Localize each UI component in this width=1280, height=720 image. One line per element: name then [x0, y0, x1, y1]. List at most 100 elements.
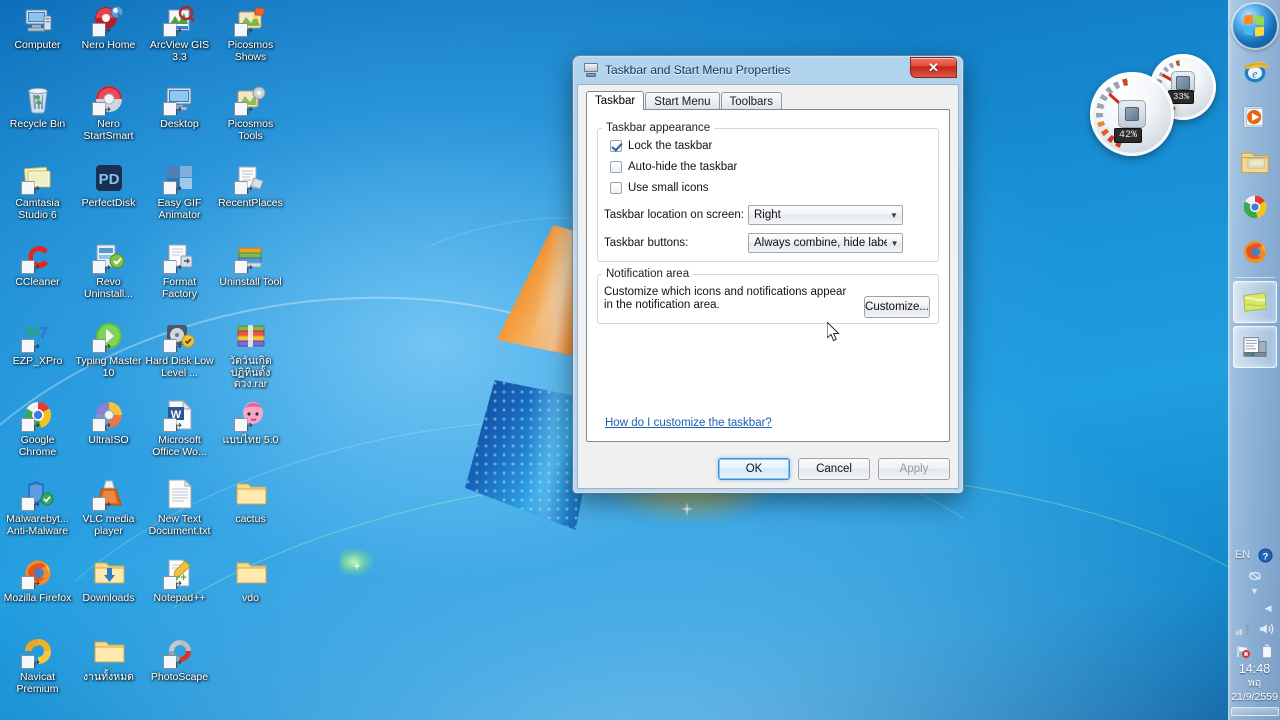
- desktop-icon[interactable]: ++ Notepad++: [144, 556, 215, 635]
- vlc-icon: [92, 477, 126, 511]
- use-small-icons-row[interactable]: Use small icons: [610, 179, 938, 197]
- desktop-icon[interactable]: แบบไทย 5.0: [215, 398, 286, 477]
- apply-button[interactable]: Apply: [878, 458, 950, 480]
- lock-the-taskbar-row[interactable]: Lock the taskbar: [610, 137, 938, 155]
- taskbar-location-select[interactable]: Right ▼: [748, 205, 903, 225]
- desktop-icon[interactable]: Uninstall Tool: [215, 240, 286, 319]
- desktop-icon[interactable]: UltraISO: [73, 398, 144, 477]
- camtasia-icon: [21, 161, 55, 195]
- desktop-icon[interactable]: Desktop: [144, 82, 215, 161]
- cancel-button[interactable]: Cancel: [798, 458, 870, 480]
- use-small-icons-label[interactable]: Use small icons: [628, 182, 709, 194]
- auto-hide-the-taskbar-checkbox[interactable]: [610, 161, 622, 173]
- show-desktop-button[interactable]: [1230, 707, 1279, 716]
- close-button[interactable]: ✕: [910, 57, 957, 78]
- taskbar-buttons-select[interactable]: Always combine, hide labels ▼: [748, 233, 903, 253]
- desktop-icon[interactable]: W Microsoft Office Wo...: [144, 398, 215, 477]
- desktop-icon-label: แบบไทย 5.0: [222, 434, 279, 446]
- desktop-icon-label: PerfectDisk: [81, 197, 136, 209]
- desktop-icon[interactable]: Hard Disk Low Level ...: [144, 319, 215, 398]
- clock-day: พฤ: [1247, 677, 1262, 689]
- tray-ime-row[interactable]: [1229, 567, 1280, 585]
- desktop-icon[interactable]: EZ7 EZP_XPro: [2, 319, 73, 398]
- computer-icon: [21, 3, 55, 37]
- taskbar-item-windows-media-player[interactable]: [1233, 96, 1277, 138]
- desktop-icon[interactable]: Typing Master 10: [73, 319, 144, 398]
- customize-button[interactable]: Customize...: [864, 296, 930, 318]
- desktop-icon[interactable]: Camtasia Studio 6: [2, 161, 73, 240]
- cpu-memory-gadget[interactable]: 33% 42%: [1088, 52, 1216, 156]
- auto-hide-the-taskbar-label[interactable]: Auto-hide the taskbar: [628, 161, 737, 173]
- desktop-icon[interactable]: Picosmos Shows: [215, 3, 286, 82]
- mozilla-firefox-icon: [1243, 241, 1266, 263]
- desktop-icon[interactable]: Picosmos Tools: [215, 82, 286, 161]
- desktop-icon[interactable]: Google Chrome: [2, 398, 73, 477]
- desktop-icon[interactable]: Revo Uninstall...: [73, 240, 144, 319]
- dialog-titlebar[interactable]: Taskbar and Start Menu Properties ✕: [577, 56, 959, 84]
- nero-home-icon: [92, 3, 126, 37]
- winrar-archive-icon: [234, 319, 268, 353]
- desktop-icon[interactable]: Computer: [2, 3, 73, 82]
- tray-status-row[interactable]: [1229, 620, 1280, 638]
- ime-icon[interactable]: [1246, 567, 1264, 585]
- tab-start-menu[interactable]: Start Menu: [645, 92, 720, 110]
- desktop-icon[interactable]: RecentPlaces: [215, 161, 286, 240]
- start-button[interactable]: [1232, 4, 1277, 48]
- desktop-icon[interactable]: PD PerfectDisk: [73, 161, 144, 240]
- desktop-icon-label: Google Chrome: [18, 434, 57, 458]
- chevron-down-icon[interactable]: ▼: [1250, 586, 1259, 596]
- tray-language-row[interactable]: EN ?: [1229, 546, 1280, 564]
- battery-icon[interactable]: [1258, 642, 1276, 660]
- desktop-icon[interactable]: Recycle Bin: [2, 82, 73, 161]
- desktop-icon[interactable]: Downloads: [73, 556, 144, 635]
- chevron-left-icon[interactable]: ◀: [1265, 603, 1272, 614]
- taskbar-item-mozilla-firefox[interactable]: [1233, 231, 1277, 273]
- desktop-icon[interactable]: vdo: [215, 556, 286, 635]
- ezp-xpro-icon: EZ7: [21, 319, 55, 353]
- desktop-icon[interactable]: Malwarebyt... Anti-Malware: [2, 477, 73, 556]
- taskbar-item-sticky-notes[interactable]: [1232, 281, 1277, 323]
- desktop-icon[interactable]: CCleaner: [2, 240, 73, 319]
- volume-icon[interactable]: [1258, 620, 1276, 638]
- help-icon[interactable]: ?: [1256, 546, 1274, 564]
- lock-the-taskbar-checkbox[interactable]: [610, 140, 622, 152]
- desktop-icon-label: Downloads: [82, 592, 135, 604]
- desktop-icon[interactable]: New Text Document.txt: [144, 477, 215, 556]
- desktop-icon[interactable]: Navicat Premium: [2, 635, 73, 714]
- desktop-icon[interactable]: PhotoScape: [144, 635, 215, 714]
- taskbar-clock[interactable]: 14:48 พฤ 21/9/2559: [1231, 662, 1278, 704]
- tray-hidden-row[interactable]: ◀: [1229, 603, 1280, 614]
- easy-gif-animator-icon: [163, 161, 197, 195]
- taskbar-item-google-chrome[interactable]: [1233, 186, 1277, 228]
- auto-hide-the-taskbar-row[interactable]: Auto-hide the taskbar: [610, 158, 938, 176]
- lock-the-taskbar-label[interactable]: Lock the taskbar: [628, 140, 712, 152]
- desktop-icon[interactable]: วัดวันเกิด ปฏิทินตั้งดวง.rar: [215, 319, 286, 398]
- help-link-customize-taskbar[interactable]: How do I customize the taskbar?: [605, 417, 772, 429]
- tab-taskbar[interactable]: Taskbar: [586, 91, 645, 110]
- svg-text:W: W: [170, 409, 181, 421]
- language-indicator[interactable]: EN: [1235, 549, 1250, 561]
- taskbar-item-internet-explorer[interactable]: e: [1233, 51, 1277, 93]
- taskbar-item-taskbar-properties[interactable]: [1232, 326, 1277, 368]
- action-center-flag-icon[interactable]: [1234, 642, 1252, 660]
- desktop-icon[interactable]: Nero StartSmart: [73, 82, 144, 161]
- taskbar-properties-window-icon: [1242, 337, 1267, 357]
- tray-action-row[interactable]: [1229, 642, 1280, 660]
- desktop-icon[interactable]: Nero Home: [73, 3, 144, 82]
- ok-button[interactable]: OK: [718, 458, 790, 480]
- desktop-icon[interactable]: cactus: [215, 477, 286, 556]
- desktop-icon[interactable]: งานทั้งหมด: [73, 635, 144, 714]
- use-small-icons-checkbox[interactable]: [610, 182, 622, 194]
- cpu-percent: 42%: [1114, 128, 1143, 143]
- desktop-icon[interactable]: Easy GIF Animator: [144, 161, 215, 240]
- network-signal-icon[interactable]: [1234, 620, 1252, 638]
- taskbar-item-windows-explorer[interactable]: [1233, 141, 1277, 183]
- desktop-icon[interactable]: Mozilla Firefox: [2, 556, 73, 635]
- desktop-icon[interactable]: VLC media player: [73, 477, 144, 556]
- tray-expand-row[interactable]: ▼: [1229, 586, 1280, 596]
- tab-toolbars[interactable]: Toolbars: [720, 92, 782, 110]
- chevron-down-icon: ▼: [890, 238, 899, 248]
- desktop-icon[interactable]: ArcView GIS 3.3: [144, 3, 215, 82]
- cpu-meter[interactable]: 42%: [1090, 72, 1174, 156]
- desktop-icon[interactable]: Format Factory: [144, 240, 215, 319]
